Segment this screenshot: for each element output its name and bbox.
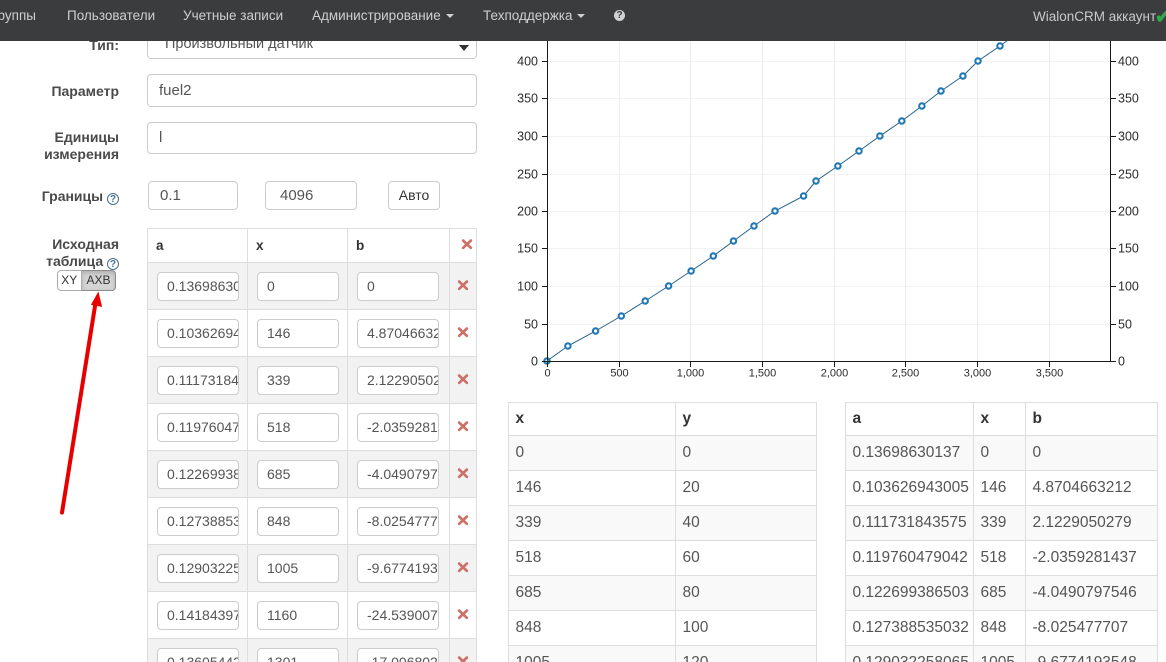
svg-text:500: 500 — [610, 368, 628, 380]
svg-text:50: 50 — [524, 318, 538, 332]
svg-text:0: 0 — [1118, 355, 1125, 369]
svg-text:350: 350 — [1118, 92, 1139, 106]
svg-text:3,500: 3,500 — [1036, 368, 1064, 380]
svg-text:3,000: 3,000 — [964, 368, 992, 380]
svg-text:300: 300 — [1118, 130, 1139, 144]
svg-text:2,500: 2,500 — [892, 368, 920, 380]
svg-text:1,000: 1,000 — [677, 368, 705, 380]
svg-text:100: 100 — [1118, 280, 1139, 294]
svg-text:50: 50 — [1118, 318, 1132, 332]
svg-text:400: 400 — [517, 55, 538, 69]
svg-text:2,000: 2,000 — [821, 368, 849, 380]
svg-text:250: 250 — [1118, 168, 1139, 182]
svg-text:0: 0 — [531, 355, 538, 369]
svg-text:1,500: 1,500 — [749, 368, 777, 380]
svg-text:150: 150 — [517, 242, 538, 256]
svg-text:200: 200 — [517, 205, 538, 219]
svg-text:400: 400 — [1118, 55, 1139, 69]
svg-text:200: 200 — [1118, 205, 1139, 219]
svg-text:250: 250 — [517, 168, 538, 182]
svg-text:100: 100 — [517, 280, 538, 294]
svg-text:300: 300 — [517, 130, 538, 144]
svg-text:350: 350 — [517, 92, 538, 106]
svg-text:150: 150 — [1118, 242, 1139, 256]
svg-text:0: 0 — [544, 368, 550, 380]
